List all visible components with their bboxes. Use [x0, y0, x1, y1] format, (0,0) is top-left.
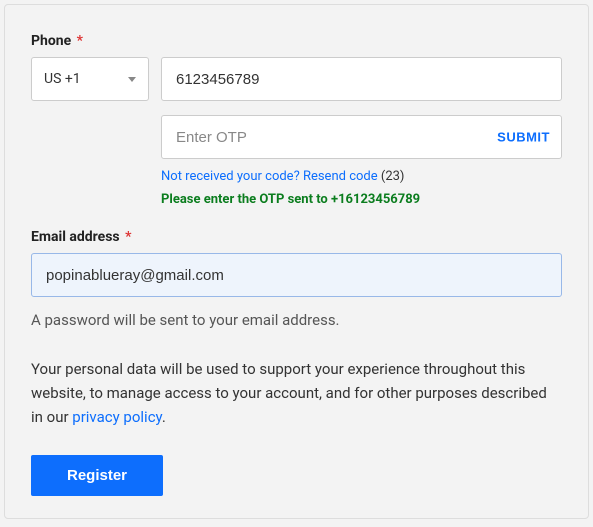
otp-section: SUBMIT Not received your code? Resend co…	[161, 115, 562, 207]
country-code-select[interactable]: US +1	[31, 57, 149, 101]
email-required: *	[125, 229, 131, 245]
privacy-text: Your personal data will be used to suppo…	[31, 357, 562, 429]
resend-line: Not received your code? Resend code (23)	[161, 169, 562, 184]
otp-row: SUBMIT	[161, 115, 562, 159]
phone-label: Phone *	[31, 33, 562, 49]
email-label-text: Email address	[31, 229, 120, 245]
privacy-policy-link[interactable]: privacy policy	[72, 408, 162, 426]
register-button[interactable]: Register	[31, 455, 163, 496]
register-form: Phone * US +1 SUBMIT Not received your c…	[4, 4, 589, 519]
password-hint: A password will be sent to your email ad…	[31, 311, 562, 329]
resend-countdown: (23)	[381, 169, 405, 184]
privacy-suffix: .	[162, 408, 166, 426]
country-code-value: US +1	[44, 71, 81, 87]
otp-submit-button[interactable]: SUBMIT	[497, 130, 550, 145]
email-input[interactable]	[31, 253, 562, 297]
phone-row: US +1	[31, 57, 562, 101]
phone-input[interactable]	[161, 57, 562, 101]
resend-code-link[interactable]: Not received your code? Resend code	[161, 169, 378, 184]
chevron-down-icon	[128, 77, 136, 82]
email-label: Email address *	[31, 229, 562, 245]
otp-sent-message: Please enter the OTP sent to +1612345678…	[161, 192, 562, 207]
phone-required: *	[77, 33, 83, 49]
phone-label-text: Phone	[31, 33, 71, 49]
email-field: Email address *	[31, 229, 562, 297]
